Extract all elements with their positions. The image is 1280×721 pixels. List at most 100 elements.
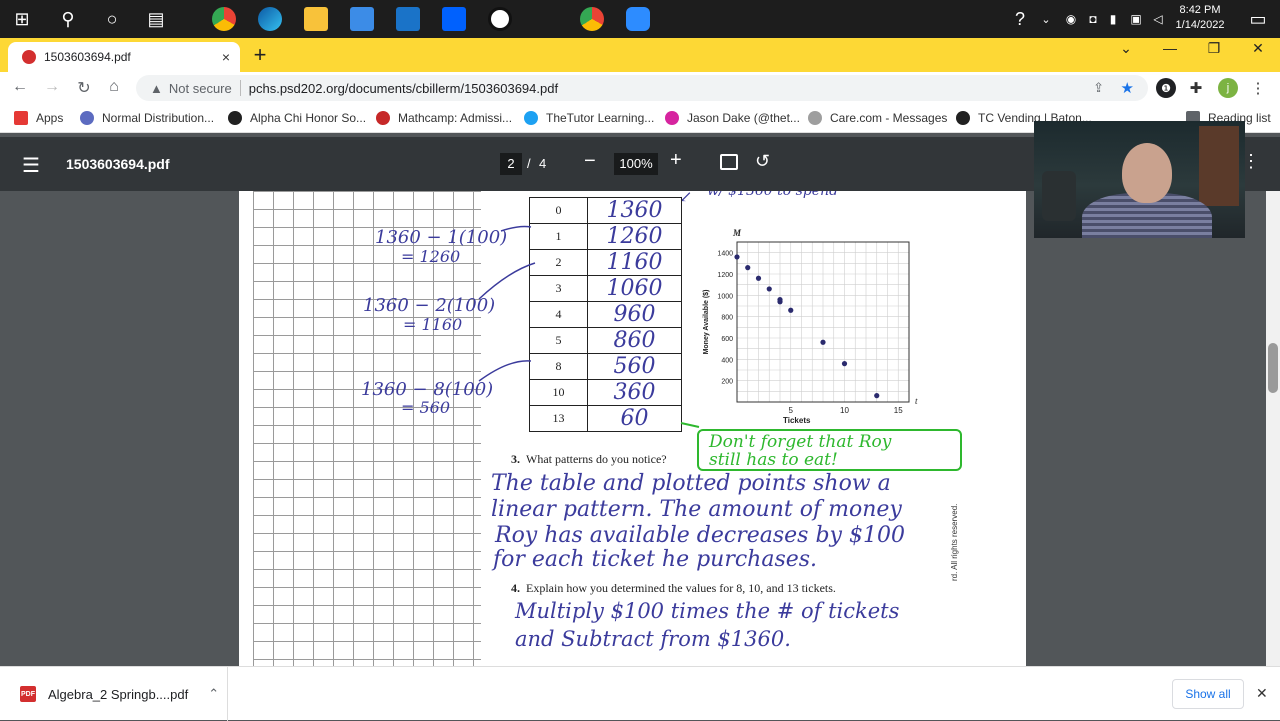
cortana-icon[interactable]: ○ <box>90 0 134 38</box>
chrome-menu-icon[interactable]: ⋮ <box>1248 78 1268 98</box>
profile-avatar[interactable]: j <box>1218 78 1238 98</box>
y-axis-label: Money Available ($) <box>703 290 710 355</box>
question-4-text: Explain how you determined the values fo… <box>526 581 836 595</box>
download-item[interactable]: PDF Algebra_2 Springb....pdf ⌃ <box>0 667 228 721</box>
minimize-button[interactable]: — <box>1150 40 1190 56</box>
bookmark-alpha-chi[interactable]: Alpha Chi Honor So... <box>228 111 366 125</box>
y-tick-label: 1000 <box>717 293 733 300</box>
extension-1-icon[interactable]: ❶ <box>1156 78 1176 98</box>
app-icon[interactable] <box>488 7 512 31</box>
page-number-input[interactable]: 2 <box>500 153 522 175</box>
chevron-up-icon[interactable]: ⌃ <box>208 686 219 702</box>
taskbar-clock[interactable]: 8:42 PM 1/14/2022 <box>1172 3 1228 33</box>
webcam-chair <box>1042 171 1076 221</box>
home-icon[interactable]: ⌂ <box>104 78 124 96</box>
question-4-number: 4. <box>511 581 520 595</box>
forward-arrow-icon[interactable]: → <box>42 78 62 96</box>
tab-close-icon[interactable]: × <box>222 49 230 65</box>
antivirus-icon[interactable]: ◉ <box>1060 0 1082 38</box>
bookmark-mathcamp[interactable]: Mathcamp: Admissi... <box>376 111 512 125</box>
task-view-icon[interactable]: ▤ <box>134 0 178 38</box>
downloads-bar: PDF Algebra_2 Springb....pdf ⌃ Show all … <box>0 666 1280 721</box>
question-3-number: 3. <box>511 452 520 466</box>
back-arrow-icon[interactable]: ← <box>10 78 30 96</box>
x-axis-variable: t <box>915 396 918 406</box>
file-explorer-icon[interactable] <box>304 7 328 31</box>
apps-grid-icon <box>14 111 28 125</box>
store-app-icon[interactable] <box>350 7 374 31</box>
dropbox-app-icon[interactable] <box>442 7 466 31</box>
chevron-down-icon[interactable]: ⌄ <box>1106 40 1146 57</box>
volume-icon[interactable]: ◁ <box>1148 0 1168 38</box>
new-tab-button[interactable]: + <box>250 42 270 68</box>
tab-title: 1503603694.pdf <box>44 50 131 64</box>
copyright-note: rd. All rights reserved. <box>950 503 959 581</box>
mail-app-icon[interactable] <box>396 7 420 31</box>
scrollbar-thumb[interactable] <box>1268 343 1278 393</box>
page-separator: / <box>527 156 531 171</box>
bookmark-normal-distribution[interactable]: Normal Distribution... <box>80 111 214 125</box>
rotate-icon[interactable]: ↺ <box>755 151 770 172</box>
data-point <box>820 339 826 345</box>
scrollbar[interactable] <box>1266 191 1280 666</box>
omnibox[interactable]: ▲ Not secure pchs.psd202.org/documents/c… <box>136 75 1148 101</box>
bookmark-favicon-icon <box>956 111 970 125</box>
bookmark-thetutor[interactable]: TheTutor Learning... <box>524 111 654 125</box>
bookmark-label: Apps <box>36 111 64 125</box>
notifications-icon[interactable]: ▭ <box>1236 0 1280 38</box>
show-all-button[interactable]: Show all <box>1172 679 1244 709</box>
fit-to-page-icon[interactable] <box>720 154 738 170</box>
clock-time: 8:42 PM <box>1179 4 1221 16</box>
bookmark-favicon-icon <box>376 111 390 125</box>
zoom-in-icon[interactable]: + <box>670 149 682 172</box>
webcam-person-head <box>1122 143 1172 203</box>
edge-app-icon[interactable] <box>258 7 282 31</box>
shield-icon[interactable]: ◘ <box>1084 0 1102 38</box>
extensions-puzzle-icon[interactable]: ✚ <box>1186 78 1206 98</box>
bookmark-favicon-icon <box>665 111 679 125</box>
data-point <box>755 275 762 281</box>
maximize-button[interactable]: ❐ <box>1194 40 1234 57</box>
tab-strip: 1503603694.pdf × <box>0 38 1280 72</box>
answer-3-line1: The table and plotted points show a <box>491 471 891 496</box>
help-icon[interactable]: ? <box>1000 0 1040 38</box>
warning-icon: ▲ <box>150 80 163 96</box>
zoom-app-icon[interactable] <box>626 7 650 31</box>
question-4: 4. Explain how you determined the values … <box>511 581 836 596</box>
tab-pdf[interactable]: 1503603694.pdf × <box>8 42 240 72</box>
data-point <box>766 286 772 292</box>
bookmark-jason-dake[interactable]: Jason Dake (@thet... <box>665 111 800 125</box>
close-button[interactable]: ✕ <box>1238 40 1278 57</box>
green-note-line1: Don't forget that Roy <box>709 432 892 452</box>
bookmark-label: Jason Dake (@thet... <box>687 111 800 125</box>
download-filename: Algebra_2 Springb....pdf <box>48 686 189 702</box>
bookmark-favicon-icon <box>80 111 94 125</box>
chevron-up-icon[interactable]: ⌄ <box>1036 0 1056 38</box>
x-tick-label: 15 <box>894 406 903 415</box>
close-downloads-icon[interactable]: ✕ <box>1256 685 1268 702</box>
bookmark-label: Mathcamp: Admissi... <box>398 111 513 125</box>
bookmark-care-com[interactable]: Care.com - Messages <box>808 111 947 125</box>
omnibox-divider <box>239 80 241 96</box>
windows-start-icon[interactable]: ⊞ <box>0 0 44 38</box>
share-icon[interactable]: ⇪ <box>1093 80 1104 96</box>
search-icon[interactable]: ⚲ <box>46 0 90 38</box>
bookmark-label: Care.com - Messages <box>830 111 948 125</box>
bookmark-star-icon[interactable]: ★ <box>1121 79 1134 97</box>
zoom-out-icon[interactable]: − <box>584 150 596 173</box>
y-axis-variable: M <box>732 228 742 238</box>
bookmark-favicon-icon <box>808 111 822 125</box>
microphone-icon[interactable]: ▮ <box>1104 0 1122 38</box>
clock-date: 1/14/2022 <box>1175 19 1225 31</box>
bookmark-apps[interactable]: Apps <box>14 111 63 125</box>
y-tick-label: 1200 <box>717 272 733 279</box>
zoom-input[interactable]: 100% <box>614 153 658 175</box>
pdf-favicon-icon <box>22 50 36 64</box>
hamburger-menu-icon[interactable]: ☰ <box>22 153 40 178</box>
url-text[interactable]: pchs.psd202.org/documents/cbillerm/15036… <box>249 81 558 96</box>
chrome-profile-app-icon[interactable] <box>580 7 604 31</box>
network-icon[interactable]: ▣ <box>1126 0 1146 38</box>
data-point <box>777 299 783 305</box>
reload-icon[interactable]: ↻ <box>74 78 94 98</box>
chrome-app-icon[interactable] <box>212 7 236 31</box>
